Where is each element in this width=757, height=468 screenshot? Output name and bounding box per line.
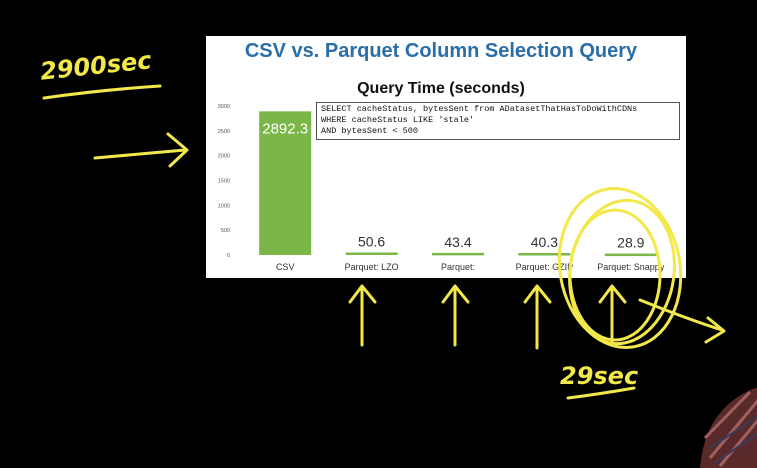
handwritten-note-29sec: 29sec xyxy=(560,362,639,390)
up-arrow-icon xyxy=(598,284,627,347)
up-arrow-icon xyxy=(523,284,552,350)
up-arrow-icon xyxy=(441,284,470,347)
circle-scribble xyxy=(568,208,662,342)
underline-stroke xyxy=(42,84,162,100)
arrow-head xyxy=(704,316,726,344)
presenter-shoulder xyxy=(700,388,757,468)
up-arrow-icon xyxy=(348,284,377,347)
arrow-icon xyxy=(93,148,187,160)
